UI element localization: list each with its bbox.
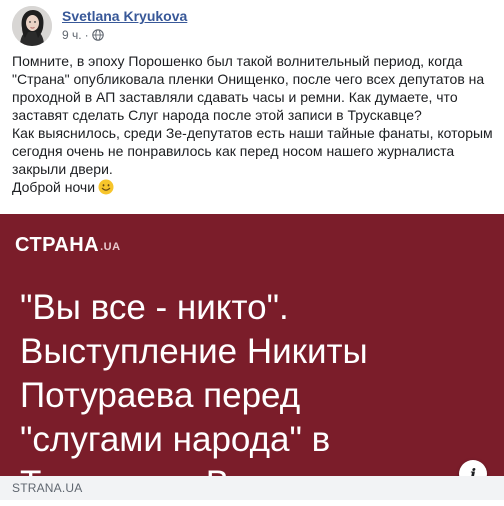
link-domain: STRANA.UA (12, 481, 83, 495)
avatar-photo-icon (12, 6, 52, 46)
link-headline: "Вы все - никто". Выступление Никиты Пот… (20, 286, 460, 506)
globe-icon[interactable] (91, 29, 104, 41)
link-card-footer[interactable]: STRANA.UA (0, 476, 504, 500)
link-preview-image[interactable]: СТРАНА.UA "Вы все - никто". Выступление … (0, 214, 504, 503)
post-paragraph: Помните, в эпоху Порошенко был такой вол… (12, 53, 485, 123)
link-preview-card[interactable]: СТРАНА.UA "Вы все - никто". Выступление … (0, 214, 504, 503)
avatar[interactable] (12, 6, 52, 46)
post-closing-text: Доброй ночи (12, 179, 96, 195)
post-timestamp[interactable]: 9 ч. (62, 28, 82, 42)
strana-logo: СТРАНА.UA (15, 234, 121, 257)
headline-line: "Вы все - никто". (20, 288, 289, 327)
brand-tld: .UA (100, 241, 121, 253)
post-header: Svetlana Kryukova 9 ч. · (12, 6, 492, 46)
post-text: Помните, в эпоху Порошенко был такой вол… (12, 52, 496, 196)
post-paragraph: Как выяснилось, среди Зе-депутатов есть … (12, 125, 493, 177)
smiling-face-emoji-icon (98, 179, 114, 195)
post-paragraph: Доброй ночи (12, 178, 496, 196)
headline-line: Потураева перед (20, 376, 301, 415)
meta-separator: · (84, 28, 89, 42)
headline-line: "слугами народа" в (20, 420, 331, 459)
brand-name: СТРАНА (15, 234, 100, 256)
headline-line: Выступление Никиты (20, 332, 368, 371)
author-name-link[interactable]: Svetlana Kryukova (62, 8, 187, 24)
post-meta: 9 ч. · (62, 28, 104, 42)
